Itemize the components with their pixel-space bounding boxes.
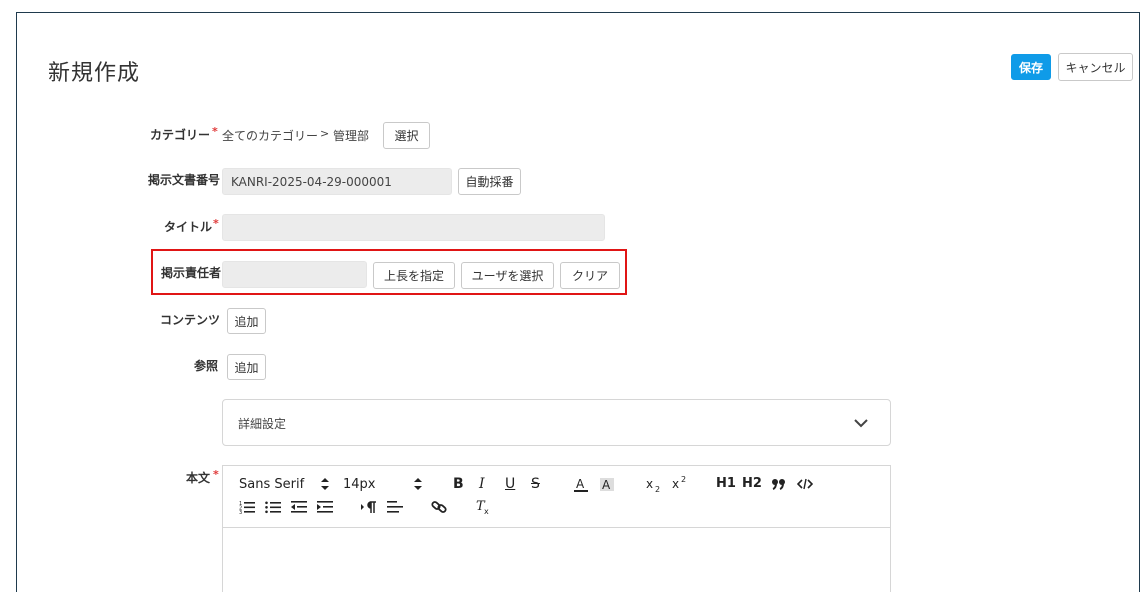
advanced-settings-label: 詳細設定 [238,417,287,431]
category-select-button[interactable]: 選択 [383,122,430,149]
svg-text:x: x [646,477,653,491]
body-required-mark: * [213,468,219,481]
heading1-icon[interactable]: H1 [716,476,736,491]
font-size-arrows-icon[interactable] [413,477,423,491]
editor-toolbar: Sans Serif 14px B I U S A A x2 x 2 H1 H2… [223,466,890,528]
doc-number-input[interactable]: KANRI-2025-04-29-000001 [222,168,452,195]
indent-icon[interactable] [317,500,333,514]
ordered-list-icon[interactable]: 123 [239,500,255,514]
font-family-value: Sans Serif [239,477,305,492]
heading2-icon[interactable]: H2 [742,476,762,491]
auto-number-button[interactable]: 自動採番 [458,168,521,195]
category-value: 管理部 [333,129,370,143]
svg-text:2: 2 [681,475,686,484]
underline-icon[interactable]: U [505,476,515,492]
body-editor[interactable]: Sans Serif 14px B I U S A A x2 x 2 H1 H2… [222,465,891,592]
font-family-select[interactable]: Sans Serif [239,477,304,492]
category-required-mark: * [212,125,218,138]
bold-icon[interactable]: B [453,476,464,492]
font-size-value: 14px [343,477,376,492]
select-user-button[interactable]: ユーザを選択 [461,262,554,289]
page-title: 新規作成 [48,61,141,86]
body-label: 本文 [186,471,211,485]
main-frame: 新規作成 保存 キャンセル カテゴリー * 全てのカテゴリー > 管理部 選択 … [16,12,1140,592]
svg-text:A: A [576,477,585,491]
svg-text:x: x [484,507,489,515]
chevron-down-icon[interactable] [852,414,870,432]
svg-text:A: A [602,478,611,492]
reference-label: 参照 [194,359,219,373]
text-direction-icon[interactable] [361,500,377,514]
save-button[interactable]: 保存 [1011,54,1051,80]
subscript-icon[interactable]: x2 [645,477,663,493]
responsible-label: 掲示責任者 [161,266,222,280]
category-root: 全てのカテゴリー [222,129,319,143]
font-size-select[interactable]: 14px [343,477,376,492]
category-separator: > [320,127,330,140]
clear-button[interactable]: クリア [560,262,620,289]
strikethrough-icon[interactable]: S [531,476,540,492]
reference-add-button[interactable]: 追加 [227,354,266,380]
responsible-input[interactable] [222,261,367,288]
link-icon[interactable] [431,500,447,514]
title-required-mark: * [213,217,219,230]
category-label: カテゴリー [150,128,211,142]
code-block-icon[interactable] [797,478,813,490]
contents-add-button[interactable]: 追加 [227,308,266,334]
italic-icon[interactable]: I [479,476,485,492]
svg-text:2: 2 [655,485,660,493]
bullet-list-icon[interactable] [265,500,281,514]
svg-text:3: 3 [239,510,242,514]
title-label: タイトル [164,220,213,234]
clear-format-icon[interactable]: Tx [475,499,491,515]
blockquote-icon[interactable] [771,477,787,491]
cancel-button[interactable]: キャンセル [1058,53,1133,81]
superscript-icon[interactable]: x2 [671,475,689,491]
svg-text:x: x [672,477,679,491]
contents-label: コンテンツ [160,313,221,327]
text-color-icon[interactable]: A [573,476,589,494]
align-icon[interactable] [387,500,403,514]
specify-superior-button[interactable]: 上長を指定 [373,262,455,289]
background-color-icon[interactable]: A [599,476,615,494]
outdent-icon[interactable] [291,500,307,514]
advanced-settings-panel[interactable]: 詳細設定 [222,399,891,446]
title-input[interactable] [222,214,605,241]
font-family-arrows-icon[interactable] [320,477,330,491]
doc-number-label: 掲示文書番号 [148,173,221,187]
